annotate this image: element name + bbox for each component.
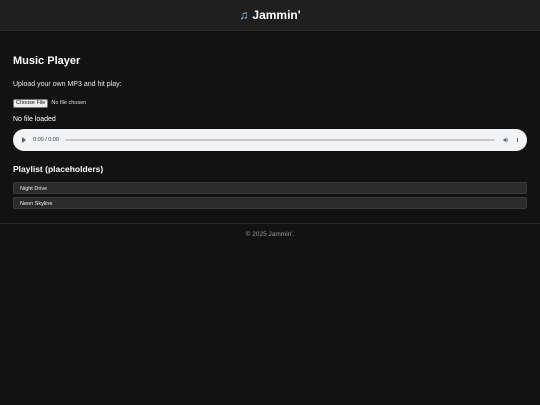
- file-input-status: No file chosen: [51, 100, 87, 106]
- main-content: Music Player Upload your own MP3 and hit…: [0, 54, 540, 209]
- time-display: 0:00 / 0:00: [33, 137, 59, 143]
- volume-icon[interactable]: [503, 137, 509, 143]
- more-options-icon[interactable]: [516, 137, 518, 143]
- app-title: Jammin': [252, 8, 301, 22]
- upload-instructions: Upload your own MP3 and hit play:: [13, 81, 122, 88]
- player-status: No file loaded: [13, 116, 56, 123]
- playlist-item[interactable]: Neon Skyline: [13, 197, 527, 209]
- page-title: Music Player: [13, 55, 81, 67]
- musical-note-icon: ♫: [239, 8, 249, 22]
- footer: © 2025 Jammin'.: [0, 223, 540, 238]
- app-header: ♫ Jammin': [0, 0, 540, 31]
- playlist: Night Drive Neon Skyline: [13, 182, 527, 209]
- audio-player[interactable]: 0:00 / 0:00: [13, 129, 527, 151]
- play-icon[interactable]: [22, 137, 26, 143]
- playlist-title: Playlist (placeholders): [13, 164, 104, 174]
- playlist-item[interactable]: Night Drive: [13, 182, 527, 194]
- seek-bar[interactable]: [65, 139, 495, 141]
- file-input[interactable]: Choose File No file chosen: [13, 98, 527, 108]
- choose-file-button[interactable]: Choose File: [13, 98, 49, 108]
- footer-text: © 2025 Jammin'.: [245, 231, 295, 238]
